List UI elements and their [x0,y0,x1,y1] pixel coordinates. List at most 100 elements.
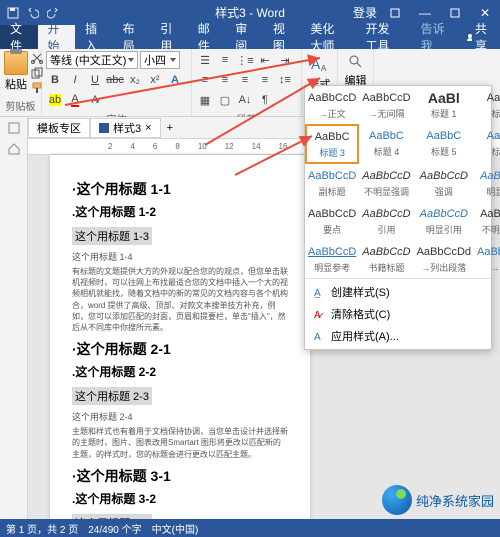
tab-tell-me[interactable]: 告诉我 [411,25,457,49]
line-spacing-button[interactable]: ↕≡ [276,71,294,89]
maximize-icon[interactable] [440,0,470,25]
heading-4: 这个用标题 2-4 [72,410,288,423]
style-label: 书籍标题 [362,261,410,274]
page-count[interactable]: 第 1 页，共 2 页 [6,521,78,536]
chevron-down-icon [170,58,176,62]
style-label: 标题 2 [477,107,500,120]
ribbon-options-icon[interactable] [380,0,410,25]
shading-button[interactable]: ▦ [196,91,214,109]
home-icon[interactable] [7,142,21,159]
watermark-text: 纯净系统家园 [416,491,494,510]
underline-button[interactable]: U [86,71,104,89]
strike-button[interactable]: abc [106,71,124,89]
style-gallery-item[interactable]: AaBbCcD要点 [305,202,359,240]
tab-home[interactable]: 开始 [38,25,76,49]
window-title: 样式3 - Word [215,4,285,21]
style-gallery-item[interactable]: AaBbCcD明显强调 [474,164,500,202]
style-gallery-item[interactable]: AaBbC标题 3 [305,124,359,164]
tab-layout[interactable]: 布局 [113,25,151,49]
style-gallery-item[interactable]: AaBbCcD强调 [414,164,474,202]
font-family-select[interactable]: 等线 (中文正文) [46,51,138,69]
justify-button[interactable]: ≡ [256,71,274,89]
style-label: 标题 5 [417,145,471,158]
indent-dec-button[interactable]: ⇤ [256,51,274,69]
clear-format-label: 清除格式(C) [331,306,390,322]
style-label: 标题 6 [477,145,500,158]
align-left-button[interactable]: ≡ [196,71,214,89]
style-preview: AaBbC [477,90,500,106]
style-preview: AaBbCcD [308,244,356,260]
style-gallery-item[interactable]: AaBl标题 1 [414,86,474,124]
document-page[interactable]: ·这个用标题 1-1 .这个用标题 1-2 这个用标题 1-3 这个用标题 1-… [50,155,310,519]
tab-beautify[interactable]: 美化大师 [300,25,355,49]
borders-button[interactable]: ▢ [216,91,234,109]
style-gallery-item[interactable]: AaBbC标题 5 [414,124,474,164]
close-tab-icon[interactable]: × [145,122,151,134]
close-icon[interactable]: ✕ [470,0,500,25]
font-color-button[interactable]: A [66,91,84,109]
superscript-button[interactable]: x² [146,71,164,89]
style-gallery-item[interactable]: AaBbC标题 4 [359,124,413,164]
indent-inc-button[interactable]: ⇥ [276,51,294,69]
tab-review[interactable]: 审阅 [225,25,263,49]
editing-button[interactable]: 编辑 [342,51,369,88]
clear-format-button[interactable]: A̷ [86,91,104,109]
undo-icon[interactable] [26,6,40,20]
style-gallery-item[interactable]: AaBbCcDd→题注 [474,240,500,278]
tab-references[interactable]: 引用 [150,25,188,49]
style-gallery-item[interactable]: AaBbCcD明显引用 [414,202,474,240]
paste-icon [4,51,28,75]
style-preview: AaBbCcD [362,206,410,222]
align-right-button[interactable]: ≡ [236,71,254,89]
tab-file[interactable]: 文件 [0,25,38,49]
share-button[interactable]: 共享 [457,25,500,49]
sort-button[interactable]: A↓ [236,91,254,109]
subscript-button[interactable]: x₂ [126,71,144,89]
align-center-button[interactable]: ≡ [216,71,234,89]
create-style-item[interactable]: A̲创建样式(S) [305,281,491,303]
apply-style-item[interactable]: A应用样式(A)... [305,325,491,347]
show-marks-button[interactable]: ¶ [256,91,274,109]
language-status[interactable]: 中文(中国) [152,521,199,536]
save-icon[interactable] [6,6,20,20]
paste-button[interactable]: 粘贴 [4,51,28,95]
font-size-select[interactable]: 小四 [140,51,180,69]
style-gallery-item[interactable]: AaBbC标题 6 [474,124,500,164]
tab-mailings[interactable]: 邮件 [188,25,226,49]
doc-tab-current[interactable]: 样式3 × [90,118,161,138]
heading-2: .这个用标题 3-2 [72,490,288,507]
style-gallery-item[interactable]: AaBbCcDd→列出段落 [414,240,474,278]
login-button[interactable]: 登录 [350,0,380,25]
style-gallery-item[interactable]: AaBbCcD明显参考 [305,240,359,278]
tab-devtools[interactable]: 开发工具 [355,25,410,49]
doc-tab-cur-label: 样式3 [113,120,141,136]
redo-icon[interactable] [46,6,60,20]
style-preview: AaBl [417,90,471,106]
nav-icon[interactable] [7,121,21,138]
style-gallery-item[interactable]: AaBbCcD不明显强调 [359,164,413,202]
style-gallery-item[interactable]: AaBbCcD副标题 [305,164,359,202]
new-tab-button[interactable]: + [161,122,179,134]
tab-view[interactable]: 视图 [263,25,301,49]
multilevel-button[interactable]: ⋮≡ [236,51,254,69]
style-gallery-item[interactable]: AaBbCcD→正文 [305,86,359,124]
italic-button[interactable]: I [66,71,84,89]
style-gallery-item[interactable]: AaBbCcD书籍标题 [359,240,413,278]
tab-insert[interactable]: 插入 [75,25,113,49]
highlight-button[interactable]: ab [46,91,64,109]
numbering-button[interactable]: ≡ [216,51,234,69]
doc-tab-templates[interactable]: 模板专区 [28,118,90,138]
style-gallery-item[interactable]: AaBbCcD引用 [359,202,413,240]
clear-format-item[interactable]: A̷清除格式(C) [305,303,491,325]
text-effects-button[interactable]: A [166,71,184,89]
style-gallery-item[interactable]: AaBbC标题 2 [474,86,500,124]
minimize-icon[interactable]: — [410,0,440,25]
font-group: 等线 (中文正文) 小四 B I U abc x₂ x² A ab A A̷ 字… [42,49,192,116]
heading-2: .这个用标题 2-2 [72,363,288,380]
heading-2: .这个用标题 1-2 [72,203,288,220]
bullets-button[interactable]: ☰ [196,51,214,69]
style-gallery-item[interactable]: AaBbCcD不明显参考 [474,202,500,240]
word-count[interactable]: 24/490 个字 [88,521,141,536]
bold-button[interactable]: B [46,71,64,89]
style-gallery-item[interactable]: AaBbCcD→无间隔 [359,86,413,124]
